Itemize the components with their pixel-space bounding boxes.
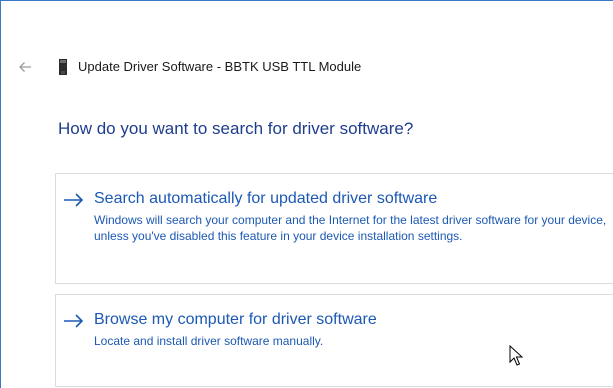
page-heading: How do you want to search for driver sof…	[58, 119, 414, 138]
browse-computer-option[interactable]: Browse my computer for driver software L…	[55, 294, 613, 387]
option-title: Search automatically for updated driver …	[94, 190, 438, 207]
right-arrow-icon	[64, 193, 84, 207]
update-driver-dialog: Update Driver Software - BBTK USB TTL Mo…	[0, 0, 613, 388]
search-automatically-option[interactable]: Search automatically for updated driver …	[55, 173, 613, 284]
option-title: Browse my computer for driver software	[94, 311, 377, 328]
back-arrow-icon	[19, 62, 31, 72]
back-button[interactable]	[14, 59, 36, 75]
usb-device-icon	[59, 59, 67, 75]
mouse-pointer-icon	[509, 345, 523, 366]
dialog-title: Update Driver Software - BBTK USB TTL Mo…	[78, 59, 362, 74]
right-arrow-icon	[64, 314, 84, 328]
option-description: Locate and install driver software manua…	[94, 334, 324, 348]
option-description: Windows will search your computer and th…	[94, 213, 607, 243]
